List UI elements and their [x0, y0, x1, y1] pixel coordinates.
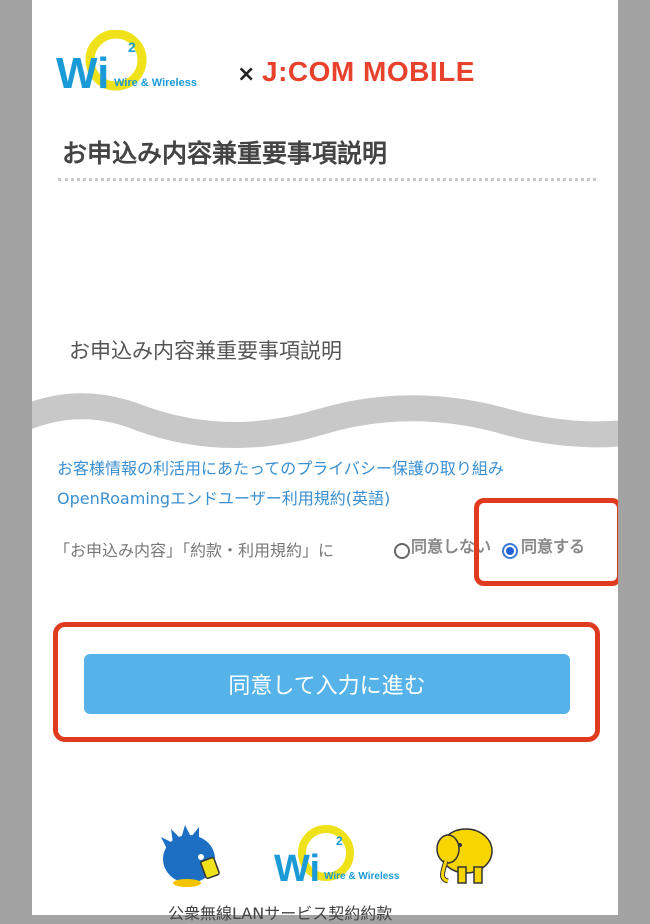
app-screen: Wi 2 Wire & Wireless × J:COM MOBILE お申込み… — [32, 0, 618, 915]
agreement-label: 「お申込み内容」「約款・利用規約」に — [54, 541, 335, 560]
footer-logos: Wi 2 Wire & Wireless — [32, 815, 618, 895]
title-divider — [58, 178, 596, 181]
svg-text:2: 2 — [128, 39, 136, 55]
privacy-policy-link[interactable]: お客様情報の利活用にあたってのプライバシー保護の取り組み — [57, 455, 504, 479]
svg-text:Wi: Wi — [274, 848, 320, 890]
agree-and-continue-button[interactable]: 同意して入力に進む — [84, 654, 570, 714]
footer-terms-text[interactable]: 公衆無線LANサービス契約約款 — [168, 900, 392, 924]
svg-text:Wire & Wireless: Wire & Wireless — [114, 77, 197, 89]
wi2-logo: Wi 2 Wire & Wireless — [56, 30, 197, 98]
wi2-footer-logo: Wi 2 Wire & Wireless — [274, 825, 400, 890]
elephant-mascot-icon — [436, 828, 493, 884]
openroaming-terms-link[interactable]: OpenRoamingエンドユーザー利用規約(英語) — [57, 485, 390, 509]
disagree-radio[interactable] — [394, 543, 410, 559]
section-title: お申込み内容兼重要事項説明 — [69, 339, 342, 363]
svg-text:2: 2 — [336, 834, 343, 848]
jcom-mobile-logo: J:COM MOBILE — [262, 56, 475, 87]
svg-text:Wire & Wireless: Wire & Wireless — [324, 871, 400, 882]
brand-cross: × — [237, 62, 256, 87]
page-title: お申込み内容兼重要事項説明 — [62, 139, 388, 168]
hedgehog-mascot-icon — [161, 825, 220, 887]
brand-header: Wi 2 Wire & Wireless × J:COM MOBILE — [54, 30, 594, 100]
svg-text:Wi: Wi — [56, 49, 109, 98]
agree-highlight-box — [474, 498, 618, 586]
